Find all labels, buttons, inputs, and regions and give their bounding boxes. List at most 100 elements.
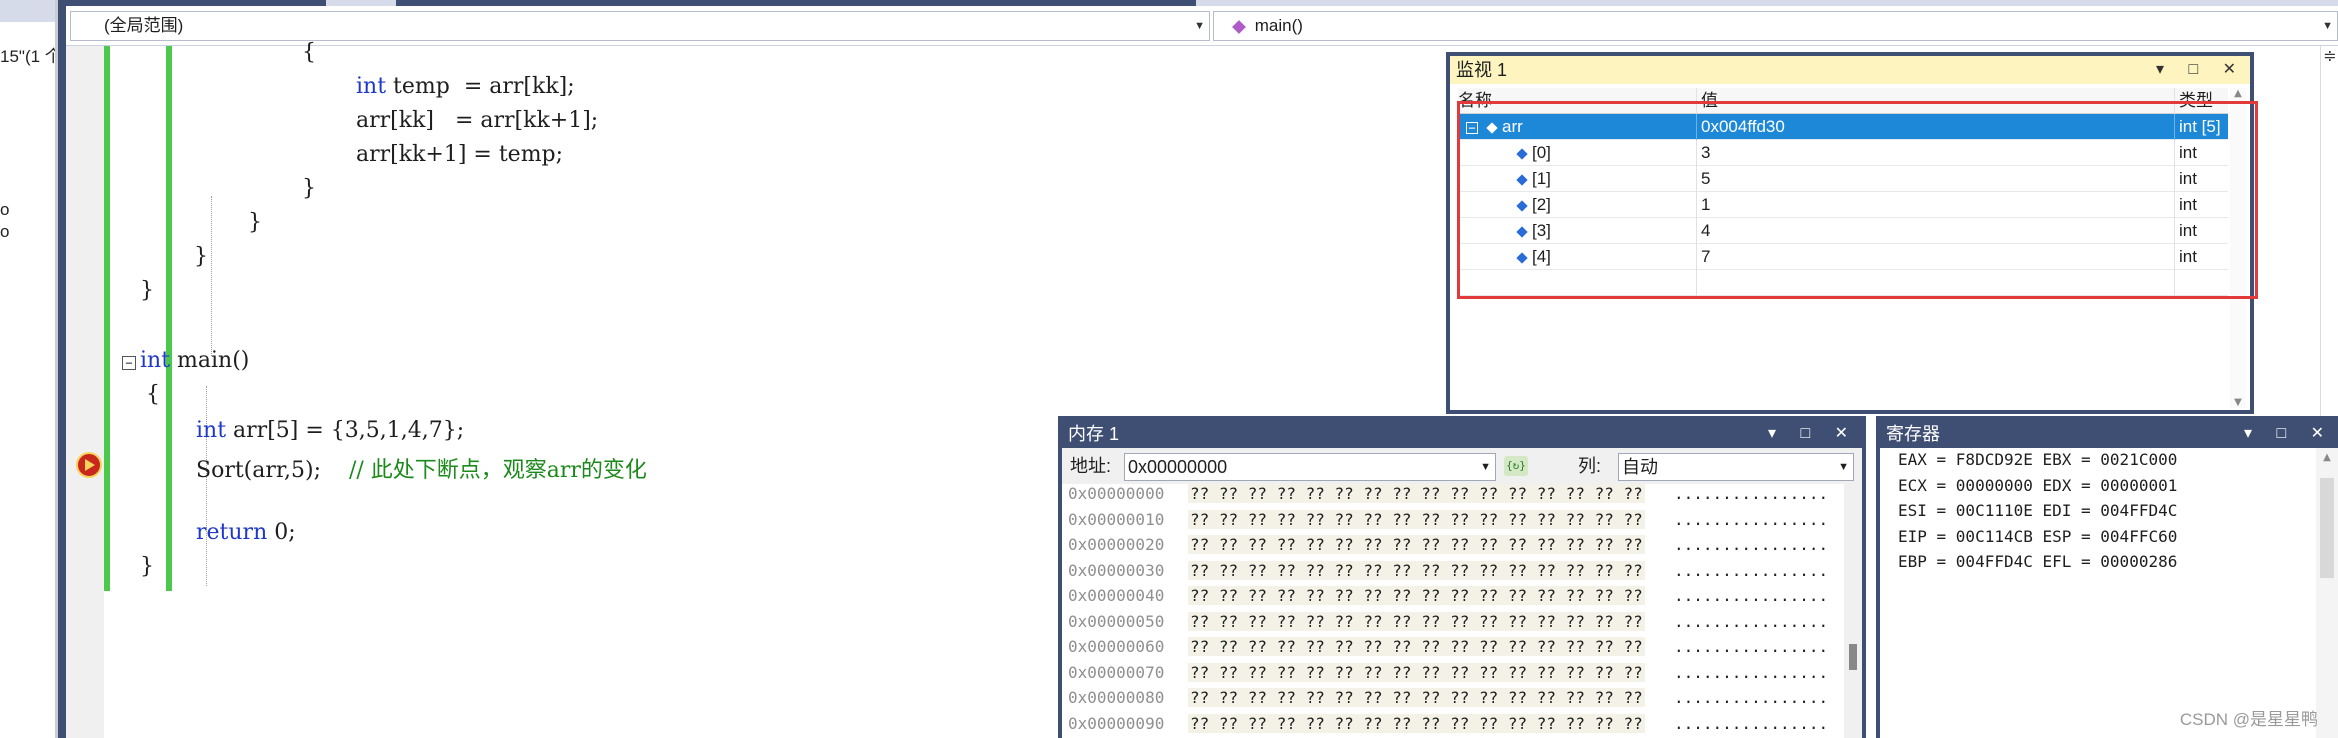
code-text: main() (170, 348, 250, 373)
memory-ascii: ................ (1674, 484, 1829, 503)
scope-dropdown-value: (全局范围) (104, 16, 184, 35)
code-line: int arr[5] = {3,5,1,4,7}; (196, 418, 464, 443)
memory-address: 0x00000070 (1068, 662, 1165, 682)
window-buttons[interactable]: ▾ □ ✕ (2244, 420, 2334, 448)
code-line: { (302, 40, 316, 65)
scroll-up-icon[interactable]: ▲ (2230, 88, 2246, 99)
registers-window-title: 寄存器 (1886, 424, 1940, 444)
indent-guide (206, 386, 207, 586)
code-line: } (194, 244, 208, 269)
indent-guide (211, 196, 212, 356)
register-line: EBP = 004FFD4C EFL = 00000286 (1898, 552, 2178, 571)
memory-address: 0x00000010 (1068, 509, 1165, 529)
address-input[interactable]: 0x00000000 ▼ (1124, 453, 1496, 481)
watch-window-title: 监视 1 (1456, 60, 1508, 80)
window-buttons[interactable]: ▾ □ ✕ (1768, 420, 1858, 448)
editor-frame (58, 0, 66, 738)
scroll-down-icon[interactable]: ▼ (2230, 397, 2246, 408)
code-editor[interactable]: { int temp = arr[kk]; arr[kk] = arr[kk+1… (66, 40, 1066, 738)
memory-window-title-bar[interactable]: 内存 1 ▾ □ ✕ (1062, 420, 1862, 448)
memory-bytes: ?? ?? ?? ?? ?? ?? ?? ?? ?? ?? ?? ?? ?? ?… (1188, 509, 1645, 529)
memory-ascii: ................ (1674, 611, 1829, 631)
register-line: ESI = 00C1110E EDI = 004FFD4C (1898, 501, 2178, 520)
registers-scrollbar[interactable]: ▲ (2316, 448, 2338, 738)
left-fragment: 15"(1 个 (0, 47, 58, 66)
memory-bytes: ?? ?? ?? ?? ?? ?? ?? ?? ?? ?? ?? ?? ?? ?… (1188, 586, 1645, 605)
code-line: int temp = arr[kk]; (356, 74, 575, 99)
registers-window-title-bar[interactable]: 寄存器 ▾ □ ✕ (1880, 420, 2338, 448)
memory-toolbar: 地址: 0x00000000 ▼ {↻} 列: 自动 ▼ (1062, 448, 1862, 484)
code-text: 0; (267, 520, 296, 545)
change-bar-gap (110, 46, 114, 591)
memory-address: 0x00000030 (1068, 560, 1165, 580)
chevron-down-icon: ▼ (2322, 20, 2333, 32)
register-line: EIP = 00C114CB ESP = 004FFC60 (1898, 526, 2178, 546)
method-icon (1232, 19, 1246, 34)
splitter-icon[interactable]: ≑ (2321, 46, 2338, 68)
memory-bytes: ?? ?? ?? ?? ?? ?? ?? ?? ?? ?? ?? ?? ?? ?… (1188, 535, 1645, 554)
navigation-bar: (全局范围) ▼ main() ▼ (66, 6, 2338, 46)
memory-scrollbar[interactable] (1844, 484, 1862, 738)
code-keyword: int (356, 74, 387, 99)
address-input-value: 0x00000000 (1128, 457, 1228, 477)
chevron-down-icon: ▼ (1480, 461, 1491, 473)
memory-address: 0x00000040 (1068, 586, 1165, 605)
code-line: return 0; (196, 520, 296, 545)
registers-window: 寄存器 ▾ □ ✕ EAX = F8DCD92E EBX = 0021C000 … (1876, 416, 2338, 738)
memory-address: 0x00000000 (1068, 484, 1165, 503)
memory-ascii: ................ (1674, 560, 1829, 580)
columns-dropdown-value: 自动 (1622, 457, 1658, 477)
memory-address: 0x00000060 (1068, 637, 1165, 656)
registers-scroll-thumb[interactable] (2320, 478, 2334, 578)
code-line: arr[kk+1] = temp; (356, 142, 564, 167)
code-keyword: return (196, 520, 268, 545)
memory-bytes: ?? ?? ?? ?? ?? ?? ?? ?? ?? ?? ?? ?? ?? ?… (1188, 688, 1645, 707)
scope-dropdown[interactable]: (全局范围) ▼ (70, 11, 1210, 41)
watch-window-title-bar[interactable]: 监视 1 ▾ □ ✕ (1450, 56, 2250, 84)
code-line: } (140, 554, 154, 579)
memory-scroll-thumb[interactable] (1849, 644, 1857, 670)
memory-address: 0x00000090 (1068, 713, 1165, 733)
collapse-toggle[interactable]: − (122, 356, 136, 370)
function-dropdown-value: main() (1254, 16, 1303, 35)
memory-address: 0x00000080 (1068, 688, 1165, 707)
code-line: } (248, 210, 262, 235)
memory-content[interactable]: 0x00000000 ?? ?? ?? ?? ?? ?? ?? ?? ?? ?? … (1062, 484, 1848, 738)
breakpoint-gutter[interactable] (66, 46, 104, 738)
breakpoint-current-line-icon[interactable] (76, 452, 102, 478)
memory-ascii: ................ (1674, 586, 1829, 605)
memory-ascii: ................ (1674, 509, 1829, 529)
memory-bytes: ?? ?? ?? ?? ?? ?? ?? ?? ?? ?? ?? ?? ?? ?… (1188, 611, 1645, 631)
left-fragment: o (0, 200, 10, 219)
code-comment: // 此处下断点，观察arr的变化 (348, 458, 647, 483)
code-keyword: int (196, 418, 227, 443)
left-panel-strip: 15"(1 个 o o (0, 0, 58, 738)
registers-content[interactable]: EAX = F8DCD92E EBX = 0021C000 ECX = 0000… (1898, 450, 2177, 578)
address-label: 地址: (1070, 456, 1112, 476)
chevron-down-icon: ▼ (1838, 461, 1849, 473)
memory-bytes: ?? ?? ?? ?? ?? ?? ?? ?? ?? ?? ?? ?? ?? ?… (1188, 637, 1645, 656)
code-line: Sort(arr,5); // 此处下断点，观察arr的变化 (196, 452, 647, 484)
reevaluate-icon[interactable]: {↻} (1504, 456, 1528, 476)
function-dropdown[interactable]: main() ▼ (1213, 11, 2338, 41)
code-text: temp = arr[kk]; (386, 74, 575, 99)
register-line: ECX = 00000000 EDX = 00000001 (1898, 475, 2178, 495)
memory-window-title: 内存 1 (1068, 424, 1120, 444)
memory-bytes: ?? ?? ?? ?? ?? ?? ?? ?? ?? ?? ?? ?? ?? ?… (1188, 662, 1645, 682)
memory-window: 内存 1 ▾ □ ✕ 地址: 0x00000000 ▼ {↻} 列: 自动 ▼ … (1058, 416, 1866, 738)
window-buttons[interactable]: ▾ □ ✕ (2156, 56, 2246, 84)
memory-bytes: ?? ?? ?? ?? ?? ?? ?? ?? ?? ?? ?? ?? ?? ?… (1188, 560, 1645, 580)
memory-ascii: ................ (1674, 637, 1829, 656)
code-line: arr[kk] = arr[kk+1]; (356, 108, 599, 133)
watermark: CSDN @是星星鸭 (2179, 710, 2318, 729)
columns-dropdown[interactable]: 自动 ▼ (1618, 453, 1854, 481)
scroll-up-icon[interactable]: ▲ (2316, 452, 2338, 463)
memory-bytes: ?? ?? ?? ?? ?? ?? ?? ?? ?? ?? ?? ?? ?? ?… (1188, 713, 1645, 733)
change-tracking-bar (166, 46, 172, 591)
memory-ascii: ................ (1674, 535, 1829, 554)
left-panel-topband (0, 0, 55, 22)
code-line: int main() (140, 348, 249, 373)
code-line: } (302, 176, 316, 201)
memory-address: 0x00000050 (1068, 611, 1165, 631)
columns-label: 列: (1578, 456, 1602, 476)
